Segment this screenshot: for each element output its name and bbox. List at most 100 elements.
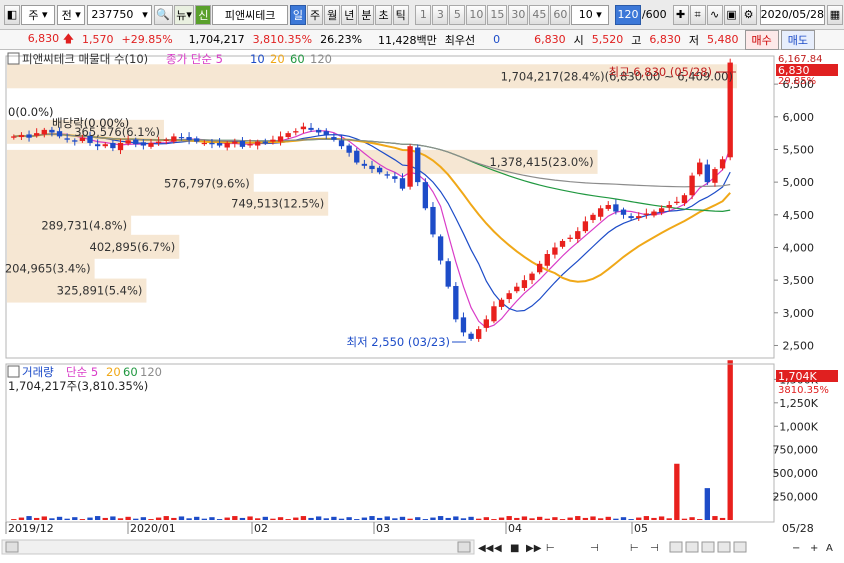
candle-body <box>11 136 17 138</box>
minute-tab-6[interactable]: 45 <box>529 4 550 25</box>
chart-svg[interactable]: 6,5006,0005,5005,0004,5004,0003,5003,000… <box>0 52 844 563</box>
count-button[interactable]: 120 <box>615 4 641 25</box>
minute-tab-5[interactable]: 30 <box>508 4 529 25</box>
minute-tab-7[interactable]: 60 <box>550 4 571 25</box>
candle-body <box>514 286 520 292</box>
volume-bar <box>232 516 238 520</box>
volume-bar <box>681 518 688 520</box>
volume-bar <box>453 516 459 520</box>
candle-body <box>255 141 261 146</box>
volume-bar <box>590 516 596 520</box>
compare-select[interactable]: 전 ▾ <box>57 4 86 25</box>
candle-body <box>453 286 459 320</box>
period-tab-4[interactable]: 분 <box>358 4 375 25</box>
minute-select[interactable]: 10 ▾ <box>571 4 610 25</box>
save-icon[interactable]: ▣ <box>723 4 740 25</box>
candle-body <box>476 329 482 339</box>
scroll-control-icon <box>701 541 715 553</box>
volume-bar <box>582 517 589 520</box>
scroll-control-icon <box>685 541 699 553</box>
volume-bar <box>18 517 25 520</box>
buy-button[interactable]: 매수 <box>744 29 779 50</box>
candle-body <box>445 261 451 287</box>
candle-body <box>422 182 429 209</box>
period-tab-3[interactable]: 년 <box>341 4 358 25</box>
volume-bar <box>140 517 147 520</box>
period-tab-0[interactable]: 일 <box>289 4 306 25</box>
zero-label: 0(0.0%) <box>8 105 54 119</box>
volume-value: 1,704,217 <box>188 33 245 46</box>
candle-body <box>437 236 444 261</box>
low-value: 5,480 <box>707 33 739 46</box>
minute-tab-4[interactable]: 15 <box>487 4 508 25</box>
sell-button[interactable]: 매도 <box>780 29 816 50</box>
scroll-control-icon: A <box>826 543 833 554</box>
candle-body <box>125 140 131 144</box>
candle-body <box>506 293 512 300</box>
volume-bar <box>323 518 329 520</box>
volume-percent: 3,810.35% <box>252 33 313 46</box>
volume-bar <box>277 517 284 520</box>
candle-body <box>308 127 314 130</box>
layout-icon[interactable]: ◧ <box>4 4 20 25</box>
minute-tab-0[interactable]: 1 <box>415 4 432 25</box>
candle-body <box>643 213 650 215</box>
candle-body <box>719 159 726 169</box>
volume-bar <box>209 517 215 520</box>
candle-body <box>636 216 642 219</box>
ma-legend-label: 종가 단순 5 <box>166 52 223 66</box>
volume-current-tag: 1,704K <box>778 370 817 383</box>
low-annotation: 최저 2,550 (03/23) <box>346 335 450 349</box>
chart-tool-icon[interactable]: ⌗ <box>689 4 706 25</box>
candle-body <box>315 129 322 133</box>
minute-tab-2[interactable]: 5 <box>449 4 466 25</box>
scroll-control-icon: ▶▶ <box>526 543 542 554</box>
minute-tab-1[interactable]: 3 <box>432 4 449 25</box>
period-tab-1[interactable]: 주 <box>306 4 324 25</box>
candle-body <box>232 141 238 144</box>
candle-body <box>704 164 710 183</box>
period-tab-2[interactable]: 월 <box>324 4 341 25</box>
volume-bar <box>163 516 169 520</box>
candle-body <box>338 140 345 147</box>
scroll-control-icon: − <box>792 543 800 554</box>
scroll-control-icon: ◀◀ <box>478 543 494 554</box>
indicator-icon[interactable]: ∿ <box>706 4 723 25</box>
candle-body <box>262 141 268 143</box>
market-type-select[interactable]: 주 ▾ <box>21 4 55 25</box>
volume-value-label: 1,704,217주(3,810.35%) <box>8 379 148 393</box>
date-field[interactable]: 2020/05/28 <box>759 4 825 25</box>
gear-icon[interactable]: ⚙ <box>740 4 757 25</box>
period-tab-6[interactable]: 틱 <box>392 4 409 25</box>
price-tick-label: 3,000 <box>783 307 815 320</box>
minute-tab-3[interactable]: 10 <box>466 4 487 25</box>
shin-button[interactable]: 신 <box>195 4 212 25</box>
volume-bar <box>460 518 467 520</box>
open-label: 시 <box>573 33 584 47</box>
volume-tick-label: 500,000 <box>773 467 819 480</box>
candle-body <box>613 204 619 212</box>
arrow-up-icon: 🡅 <box>62 32 74 45</box>
price-tick-label: 2,500 <box>783 339 815 352</box>
candle-body <box>415 147 421 183</box>
volume-bar <box>110 516 116 520</box>
candle-body <box>392 176 398 179</box>
price-info-bar: 6,830 🡅 1,570 +29.85% 1,704,217 3,810.35… <box>0 29 844 50</box>
new-button[interactable]: 뉴 ▾ <box>173 4 195 25</box>
volume-bar <box>361 517 368 520</box>
stock-code-input[interactable]: 237750 ▾ <box>87 4 152 25</box>
volume-bar <box>148 519 154 520</box>
period-tab-5[interactable]: 초 <box>375 4 392 25</box>
volume-bar <box>331 516 337 520</box>
volume-bar <box>689 517 695 520</box>
volume-bar <box>369 516 375 520</box>
candle-body <box>483 319 489 328</box>
horizontal-scrollbar <box>1 539 475 555</box>
volume-bar <box>308 517 314 520</box>
calendar-icon[interactable]: ▦ <box>827 4 843 25</box>
crosshair-icon[interactable]: ✚ <box>672 4 689 25</box>
shin-label: 신 <box>198 8 209 22</box>
search-icon[interactable]: 🔍 <box>153 4 173 25</box>
candle-body <box>148 142 154 147</box>
candle-body <box>620 209 627 215</box>
